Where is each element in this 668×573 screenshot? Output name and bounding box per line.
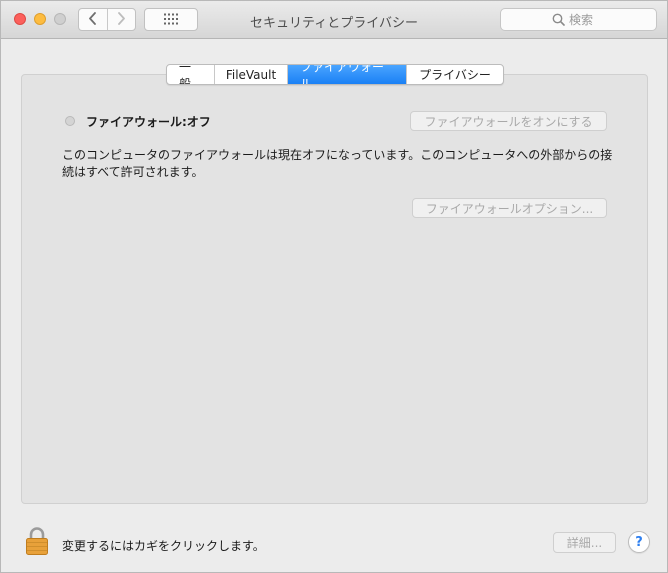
show-all-button[interactable] — [144, 8, 198, 31]
firewall-description: このコンピュータのファイアウォールは現在オフになっています。このコンピュータへの… — [62, 148, 613, 179]
chevron-right-icon — [117, 10, 126, 29]
lock-icon[interactable] — [25, 526, 49, 556]
navigation-buttons — [78, 8, 136, 31]
tab-content-panel — [21, 74, 648, 504]
tab-privacy[interactable]: プライバシー — [407, 65, 503, 84]
turn-on-firewall-button[interactable]: ファイアウォールをオンにする — [410, 111, 607, 131]
firewall-status-label: ファイアウォール:オフ — [86, 115, 211, 129]
window-title: セキュリティとプライバシー — [250, 16, 418, 31]
title-bar: セキュリティとプライバシー — [1, 1, 667, 39]
tab-general[interactable]: 一般 — [167, 65, 215, 84]
back-button[interactable] — [79, 9, 108, 30]
grid-icon — [163, 10, 179, 29]
search-field[interactable] — [500, 8, 657, 31]
tab-filevault[interactable]: FileVault — [215, 65, 288, 84]
forward-button[interactable] — [108, 9, 136, 30]
close-button[interactable] — [14, 13, 26, 25]
firewall-options-button[interactable]: ファイアウォールオプション... — [412, 198, 607, 218]
tab-firewall[interactable]: ファイアウォール — [288, 65, 407, 84]
search-input[interactable] — [569, 12, 605, 27]
minimize-button[interactable] — [34, 13, 46, 25]
help-button[interactable]: ? — [628, 531, 650, 553]
zoom-button[interactable] — [54, 13, 66, 25]
tab-bar: 一般 FileVault ファイアウォール プライバシー — [166, 64, 504, 85]
firewall-status-indicator — [65, 116, 75, 126]
chevron-left-icon — [88, 10, 97, 29]
advanced-button[interactable]: 詳細... — [553, 532, 616, 553]
preferences-window: セキュリティとプライバシー 一般 FileVault ファイアウォール プライバ… — [0, 0, 668, 573]
search-icon — [552, 13, 565, 26]
lock-instruction-text: 変更するにはカギをクリックします。 — [62, 539, 265, 553]
